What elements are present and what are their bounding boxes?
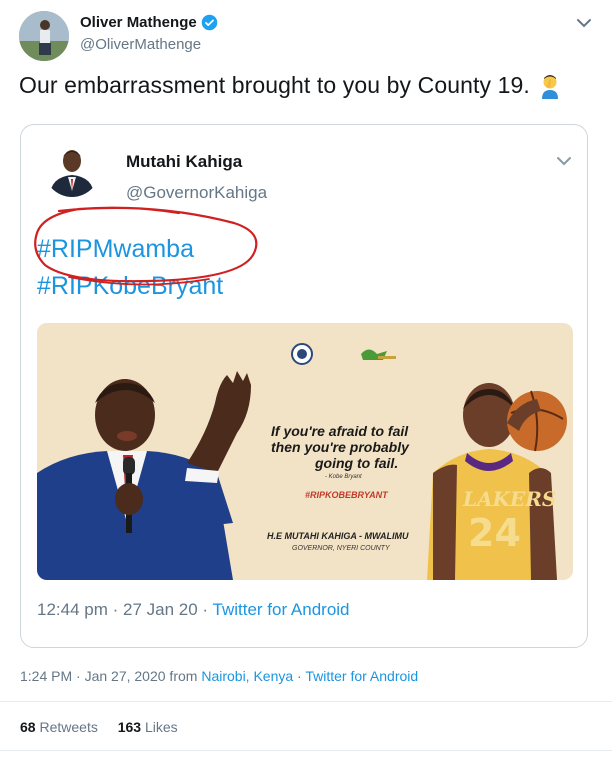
quoted-source-link[interactable]: Twitter for Android xyxy=(213,600,350,619)
more-options-chevron-icon[interactable] xyxy=(574,16,594,30)
author-avatar[interactable] xyxy=(19,11,69,61)
quoted-sep2: · xyxy=(197,600,213,619)
quoted-date[interactable]: 27 Jan 20 xyxy=(123,600,198,619)
quoted-author-handle[interactable]: @GovernorKahiga xyxy=(126,183,267,203)
retweets-stat[interactable]: 68 Retweets xyxy=(20,719,114,735)
tweet-body: Our embarrassment brought to you by Coun… xyxy=(19,72,562,99)
divider xyxy=(0,701,612,702)
location-link[interactable]: Nairobi, Kenya xyxy=(201,668,293,684)
quoted-sep1: · xyxy=(107,600,123,619)
poster-quote: If you're afraid to fail then you're pro… xyxy=(271,423,409,471)
poster-attribution: - Kobe Bryant xyxy=(325,474,362,480)
facepalm-emoji-icon xyxy=(541,74,558,99)
jersey-number-text: 24 xyxy=(468,511,521,555)
quoted-author-avatar[interactable] xyxy=(44,141,100,197)
author-handle[interactable]: @OliverMathenge xyxy=(80,36,201,53)
meta-separator: · xyxy=(293,668,306,684)
poster-quote-line3: going to fail. xyxy=(315,455,399,471)
engagement-stats: 68 Retweets 163 Likes xyxy=(20,719,194,735)
quoted-time[interactable]: 12:44 pm xyxy=(37,600,108,619)
tweet-timestamp[interactable]: 1:24 PM · Jan 27, 2020 from xyxy=(20,668,201,684)
hashtag-ripkobebryant[interactable]: #RIPKobeBryant xyxy=(37,272,223,301)
poster-governor-line: H.E MUTAHI KAHIGA - MWALIMU xyxy=(267,531,409,541)
divider xyxy=(0,750,612,751)
likes-count: 163 xyxy=(117,719,142,735)
quoted-tweet-card[interactable]: Mutahi Kahiga @GovernorKahiga #RIPMwamba… xyxy=(20,124,588,648)
quoted-author-name[interactable]: Mutahi Kahiga xyxy=(126,152,242,172)
tweet: Oliver Mathenge @OliverMathenge Our emba… xyxy=(0,0,612,758)
poster-hashtag: #RIPKOBEBRYANT xyxy=(305,490,388,500)
poster-quote-line1: If you're afraid to fail xyxy=(271,423,409,439)
quoted-tweet-image[interactable]: If you're afraid to fail then you're pro… xyxy=(37,323,573,580)
tweet-text: Our embarrassment brought to you by Coun… xyxy=(19,72,530,98)
author-name-text[interactable]: Oliver Mathenge xyxy=(80,14,197,31)
likes-stat[interactable]: 163 Likes xyxy=(118,719,194,735)
hashtag-ripmwamba[interactable]: #RIPMwamba xyxy=(37,235,194,264)
retweets-count: 68 xyxy=(20,719,36,735)
likes-label: Likes xyxy=(144,719,178,735)
quoted-tweet-meta: 12:44 pm · 27 Jan 20 · Twitter for Andro… xyxy=(37,600,350,620)
poster-quote-line2: then you're probably xyxy=(271,439,409,455)
tweet-meta: 1:24 PM · Jan 27, 2020 from Nairobi, Ken… xyxy=(20,668,418,684)
jersey-team-text: LAKERS xyxy=(463,487,557,511)
retweets-label: Retweets xyxy=(39,719,98,735)
quoted-chevron-down-icon[interactable] xyxy=(555,155,573,167)
verified-badge-icon xyxy=(201,14,217,31)
author-name[interactable]: Oliver Mathenge xyxy=(80,14,218,31)
poster-county-line: GOVERNOR, NYERI COUNTY xyxy=(292,545,390,552)
source-link[interactable]: Twitter for Android xyxy=(305,668,418,684)
